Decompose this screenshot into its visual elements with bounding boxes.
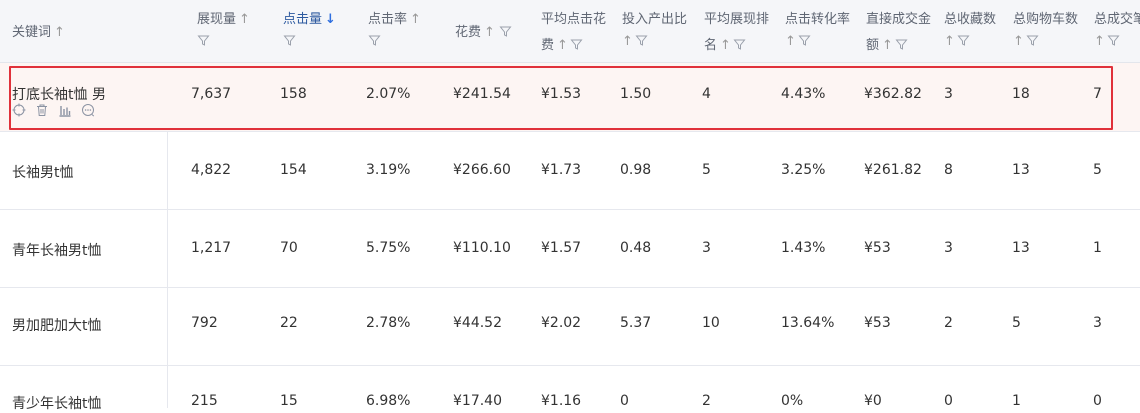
sort-arrow-icon[interactable]: ↑ [557, 38, 568, 53]
favorites-cell: 3 [944, 240, 953, 256]
filter-icon[interactable] [499, 25, 512, 38]
impressions-cell: 1,217 [191, 240, 232, 256]
filter-icon[interactable] [283, 34, 296, 47]
filter-icon[interactable] [733, 38, 746, 51]
cvr-cell: 1.43% [781, 240, 826, 256]
sort-arrow-icon[interactable]: ↑ [410, 12, 421, 27]
cart-cell: 5 [1012, 315, 1021, 331]
roi-cell: 0 [620, 393, 629, 409]
filter-icon[interactable] [570, 38, 583, 51]
avg-rank-cell: 5 [702, 162, 711, 178]
sort-arrow-icon[interactable]: ↑ [1013, 34, 1024, 49]
clicks-cell: 15 [280, 393, 298, 409]
keyword-cell[interactable]: 青少年长袖t恤 [12, 393, 102, 413]
sort-arrow-icon[interactable]: ↑ [785, 34, 796, 49]
table-row[interactable]: 青年长袖男t恤 1,217 70 5.75% ¥110.10 ¥1.57 0.4… [0, 210, 1140, 288]
direct-gmv-cell: ¥0 [864, 393, 882, 409]
cart-cell: 13 [1012, 162, 1030, 178]
sort-arrow-icon[interactable]: ↑ [944, 34, 955, 49]
favorites-cell: 8 [944, 162, 953, 178]
favorites-cell: 2 [944, 315, 953, 331]
sort-arrow-icon[interactable]: ↑ [239, 12, 250, 27]
clicks-cell: 70 [280, 240, 298, 256]
cart-cell: 1 [1012, 393, 1021, 409]
keyword-cell[interactable]: 男加肥加大t恤 [12, 315, 102, 335]
roi-cell: 0.48 [620, 240, 652, 256]
sort-arrow-icon[interactable]: ↑ [1094, 34, 1105, 49]
orders-cell: 5 [1093, 162, 1102, 178]
avg-cpc-cell: ¥1.73 [541, 162, 582, 178]
impressions-cell: 792 [191, 315, 218, 331]
impressions-cell: 215 [191, 393, 218, 409]
sort-arrow-icon[interactable]: ↑ [484, 25, 495, 40]
avg-rank-cell: 2 [702, 393, 711, 409]
sort-arrow-icon[interactable]: ↑ [720, 38, 731, 53]
filter-icon[interactable] [1026, 34, 1039, 47]
favorites-cell: 0 [944, 393, 953, 409]
avg-cpc-cell: ¥1.57 [541, 240, 582, 256]
clicks-cell: 154 [280, 162, 307, 178]
cvr-cell: 0% [781, 393, 804, 409]
filter-icon[interactable] [635, 34, 648, 47]
ctr-cell: 6.98% [366, 393, 411, 409]
filter-icon[interactable] [197, 34, 210, 47]
direct-gmv-cell: ¥261.82 [864, 162, 922, 178]
sort-arrow-icon[interactable]: ↑ [622, 34, 633, 49]
header-orders[interactable]: 总成交笔 ↑ [1094, 0, 1140, 62]
cvr-cell: 3.25% [781, 162, 826, 178]
table-row[interactable]: 长袖男t恤 4,822 154 3.19% ¥266.60 ¥1.73 0.98… [0, 132, 1140, 210]
table-row[interactable]: 男加肥加大t恤 792 22 2.78% ¥44.52 ¥2.02 5.37 1… [0, 288, 1140, 366]
filter-icon[interactable] [1107, 34, 1120, 47]
avg-rank-cell: 10 [702, 315, 720, 331]
cart-cell: 13 [1012, 240, 1030, 256]
keyword-cell[interactable]: 青年长袖男t恤 [12, 240, 102, 260]
keyword-report-table: 关键词 ↑ 展现量 ↑ 点击量 ↓ 点击率 ↑ 花费 ↑ 平均点击花 费 ↑ 投入产出比 ↑… [0, 0, 1140, 412]
avg-cpc-cell: ¥1.16 [541, 393, 582, 409]
sort-arrow-down-icon[interactable]: ↓ [325, 12, 336, 27]
ctr-cell: 2.78% [366, 315, 411, 331]
orders-cell: 3 [1093, 315, 1102, 331]
avg-cpc-cell: ¥2.02 [541, 315, 582, 331]
cost-cell: ¥266.60 [453, 162, 511, 178]
filter-icon[interactable] [368, 34, 381, 47]
cost-cell: ¥17.40 [453, 393, 502, 409]
keyword-cell[interactable]: 长袖男t恤 [12, 162, 74, 182]
cvr-cell: 13.64% [781, 315, 835, 331]
orders-cell: 0 [1093, 393, 1102, 409]
filter-icon[interactable] [895, 38, 908, 51]
clicks-cell: 22 [280, 315, 298, 331]
ctr-cell: 3.19% [366, 162, 411, 178]
direct-gmv-cell: ¥53 [864, 240, 891, 256]
orders-cell: 1 [1093, 240, 1102, 256]
roi-cell: 5.37 [620, 315, 652, 331]
filter-icon[interactable] [798, 34, 811, 47]
sort-arrow-icon[interactable]: ↑ [882, 38, 893, 53]
cost-cell: ¥110.10 [453, 240, 511, 256]
highlight-box [9, 66, 1113, 130]
ctr-cell: 5.75% [366, 240, 411, 256]
sort-arrow-icon[interactable]: ↑ [54, 25, 65, 40]
table-row[interactable]: 青少年长袖t恤 215 15 6.98% ¥17.40 ¥1.16 0 2 0%… [0, 366, 1140, 412]
direct-gmv-cell: ¥53 [864, 315, 891, 331]
impressions-cell: 4,822 [191, 162, 232, 178]
avg-rank-cell: 3 [702, 240, 711, 256]
roi-cell: 0.98 [620, 162, 652, 178]
filter-icon[interactable] [957, 34, 970, 47]
cost-cell: ¥44.52 [453, 315, 502, 331]
table-header: 关键词 ↑ 展现量 ↑ 点击量 ↓ 点击率 ↑ 花费 ↑ 平均点击花 费 ↑ 投入产出比 ↑… [0, 0, 1140, 63]
